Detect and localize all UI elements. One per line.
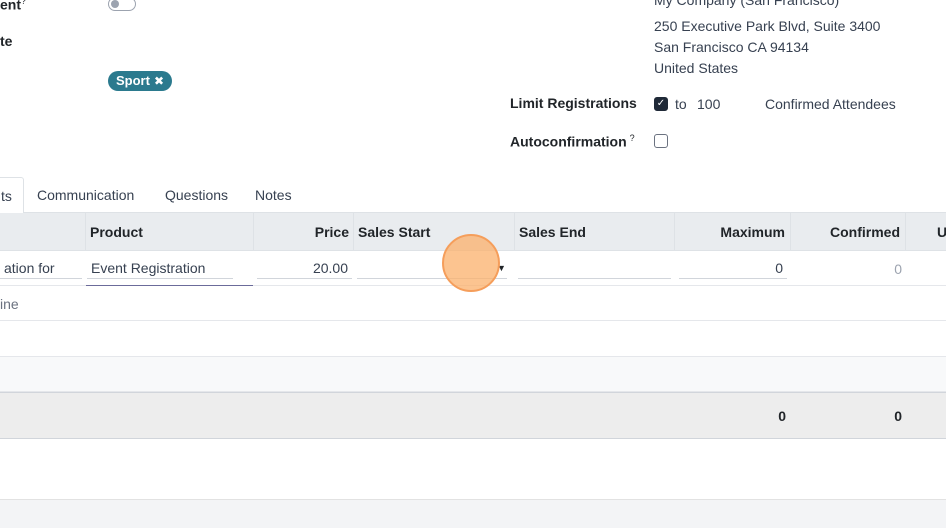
check-icon: ✓ [656, 98, 666, 109]
table-footer-totals: 0 0 [0, 392, 946, 439]
price-input[interactable]: 20.00 [257, 257, 352, 279]
tab-tickets[interactable]: ts [0, 177, 24, 214]
click-indicator [442, 234, 500, 292]
col-price-header[interactable]: Price [254, 213, 354, 251]
empty-row [0, 321, 946, 357]
limit-suffix-label: Confirmed Attendees [765, 96, 896, 112]
limit-to-label: to [675, 96, 687, 112]
empty-row [0, 357, 946, 392]
venue-address-line2: San Francisco CA 94134 [654, 39, 809, 55]
autoconfirmation-label: Autoconfirmation? [510, 133, 635, 150]
tab-questions[interactable]: Questions [165, 177, 228, 213]
toggle-switch[interactable] [108, 0, 136, 11]
venue-address-line1: 250 Executive Park Blvd, Suite 3400 [654, 18, 881, 34]
limit-registrations-label: Limit Registrations [510, 95, 637, 111]
col-maximum-header[interactable]: Maximum [675, 213, 791, 251]
sales-end-input[interactable] [518, 257, 671, 279]
date-field-label: te [0, 33, 13, 49]
col-sales-end-header[interactable]: Sales End [515, 213, 675, 251]
tag-sport: Sport ✖ [108, 71, 173, 91]
tag-remove-icon[interactable]: ✖ [154, 74, 164, 88]
total-confirmed: 0 [894, 408, 902, 424]
tag-label: Sport [116, 73, 150, 88]
toggle-knob [111, 0, 119, 8]
venue-company: My Company (San Francisco) [654, 0, 840, 8]
toggle-field-label: ent? [0, 0, 27, 13]
notebook-tabs: ts Communication Questions Notes [0, 177, 946, 214]
limit-registrations-value[interactable]: 100 [697, 96, 720, 112]
limit-registrations-checkbox[interactable]: ✓ [654, 97, 668, 111]
autoconfirmation-checkbox[interactable] [654, 134, 668, 148]
confirmed-value: 0 [894, 261, 902, 277]
col-name-header[interactable] [0, 213, 86, 251]
product-input[interactable]: Event Registration [87, 257, 233, 279]
col-product-header[interactable]: Product [86, 213, 254, 251]
total-maximum: 0 [778, 408, 786, 424]
col-confirmed-header[interactable]: Confirmed [791, 213, 906, 251]
tab-notes[interactable]: Notes [255, 177, 292, 213]
venue-address-line3: United States [654, 60, 739, 76]
maximum-input[interactable]: 0 [679, 257, 787, 279]
add-line-link[interactable]: ine [0, 296, 19, 312]
ticket-name-input[interactable]: ation for [0, 257, 82, 279]
tab-communication[interactable]: Communication [37, 177, 134, 213]
col-unconfirmed-header[interactable]: U [906, 213, 946, 251]
